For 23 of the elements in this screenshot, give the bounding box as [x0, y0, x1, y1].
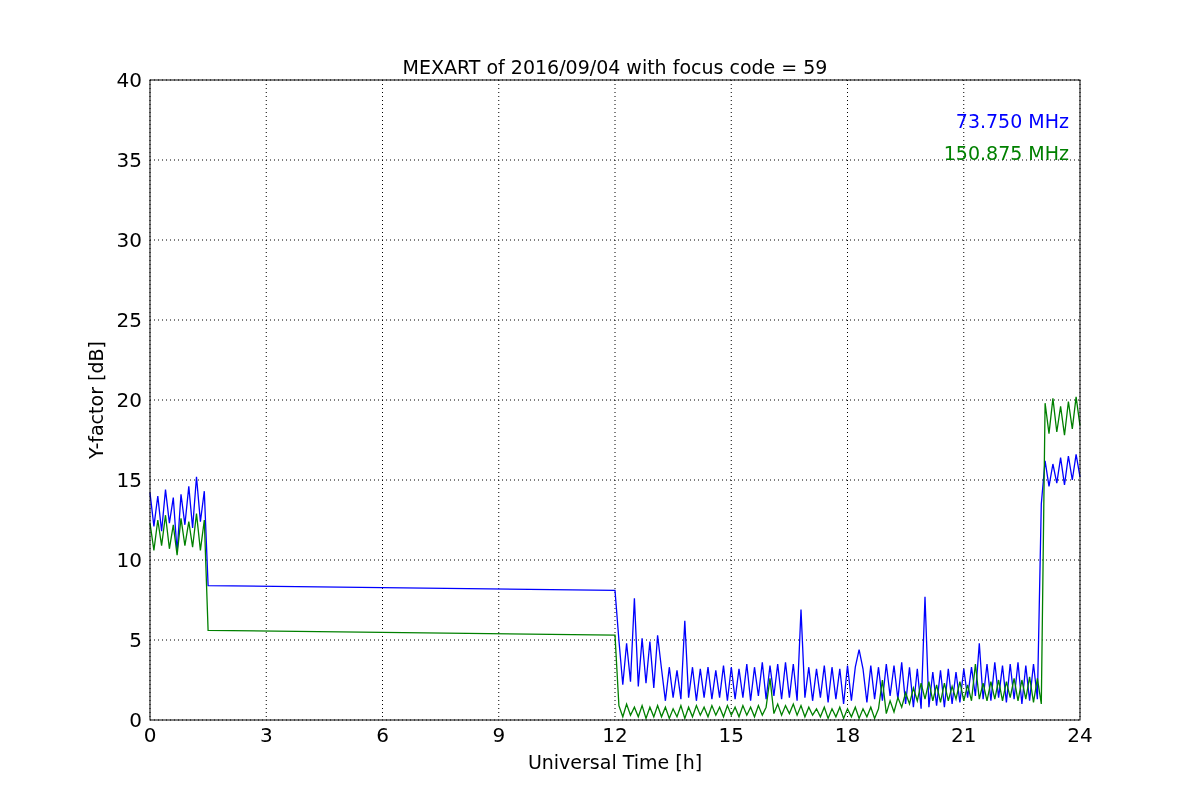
y-tick-label: 15	[116, 468, 142, 492]
x-tick-label: 21	[951, 723, 977, 747]
y-tick-label: 0	[129, 708, 142, 732]
x-tick-label: 0	[143, 723, 157, 747]
y-axis-label: Y-factor [dB]	[85, 341, 107, 459]
chart-title: MEXART of 2016/09/04 with focus code = 59	[402, 56, 828, 78]
y-tick-label: 10	[116, 548, 142, 572]
y-tick-label: 20	[116, 388, 142, 412]
y-tick-label: 40	[116, 68, 142, 92]
x-tick-label: 9	[492, 723, 506, 747]
x-tick-label: 18	[834, 723, 861, 747]
x-tick-label: 24	[1067, 723, 1093, 747]
legend-label: 73.750 MHz	[955, 110, 1069, 132]
x-tick-label: 15	[718, 723, 744, 747]
x-tick-label: 12	[602, 723, 628, 747]
y-tick-label: 25	[116, 308, 142, 332]
x-axis-label: Universal Time [h]	[527, 751, 703, 773]
y-tick-label: 35	[116, 148, 142, 172]
x-tick-label: 6	[376, 723, 389, 747]
y-tick-label: 30	[116, 228, 142, 252]
y-tick-label: 5	[129, 628, 142, 652]
legend-label: 150.875 MHz	[943, 142, 1069, 164]
x-tick-label: 3	[259, 723, 273, 747]
